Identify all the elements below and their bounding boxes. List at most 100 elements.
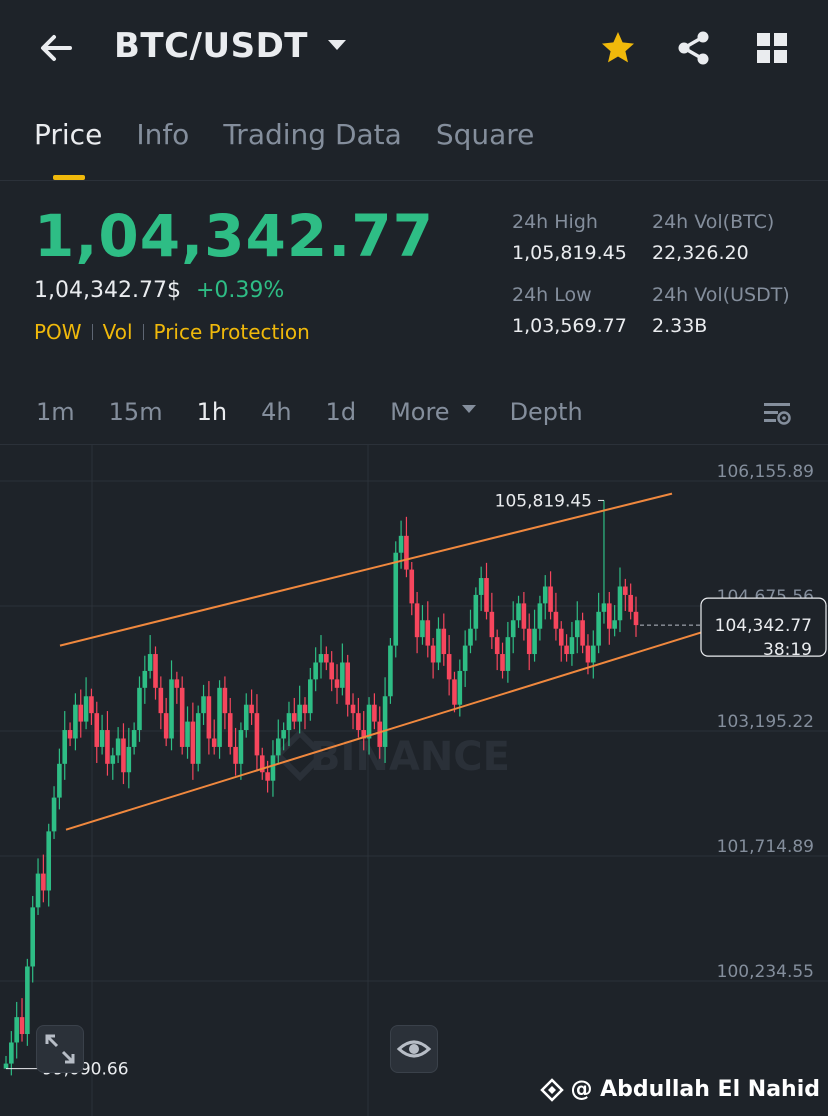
- candle-body: [372, 704, 377, 722]
- candle-body: [35, 873, 41, 908]
- tab-trading-data[interactable]: Trading Data: [223, 118, 402, 158]
- last-price: 1,04,342.77: [34, 202, 434, 270]
- candle-body: [163, 713, 169, 739]
- candle-body: [377, 721, 383, 747]
- candle-body: [462, 645, 468, 671]
- tab-square[interactable]: Square: [436, 118, 535, 158]
- candle-body: [238, 730, 244, 764]
- candle-body: [542, 586, 548, 604]
- candle-body: [548, 586, 553, 612]
- candle-body: [302, 704, 308, 714]
- candlestick-chart[interactable]: BINANCE 106,155.89104,675.56103,195.2210…: [0, 445, 828, 1116]
- candle-body: [308, 679, 313, 714]
- candle-body: [30, 907, 35, 967]
- candle-body: [254, 713, 260, 756]
- candle-body: [457, 670, 463, 705]
- candle-body: [436, 628, 441, 663]
- chart-settings-icon[interactable]: [762, 400, 792, 428]
- star-icon[interactable]: [600, 30, 636, 66]
- candle-body: [340, 662, 345, 688]
- timeframe-1h[interactable]: 1h: [197, 398, 227, 426]
- candle-body: [57, 763, 62, 798]
- candle-body: [78, 704, 84, 722]
- stat-low-value: 1,03,569.77: [512, 315, 627, 337]
- back-arrow-icon[interactable]: [38, 30, 74, 66]
- candle-body: [297, 704, 302, 722]
- candle-body: [211, 738, 217, 747]
- stat-high-label: 24h High: [512, 211, 598, 233]
- candle-body: [574, 620, 580, 638]
- candle-body: [350, 704, 356, 714]
- stat-low-label: 24h Low: [512, 284, 592, 306]
- visibility-button[interactable]: [390, 1025, 438, 1073]
- candle-body: [275, 738, 281, 756]
- candle-body: [243, 704, 249, 731]
- candle-body: [3, 1063, 9, 1069]
- candle-body: [179, 687, 185, 747]
- tag-separator: [142, 324, 144, 340]
- stat-vol-usdt-value: 2.33B: [652, 315, 708, 337]
- chevron-down-icon[interactable]: [328, 40, 346, 50]
- candle-body: [585, 645, 591, 663]
- candle-body: [169, 679, 174, 739]
- credit-watermark: @ Abdullah El Nahid: [540, 1077, 820, 1102]
- candle-body: [633, 611, 639, 626]
- chart-grid: [0, 445, 828, 1116]
- candle-body: [270, 755, 276, 781]
- candle-body: [62, 730, 68, 764]
- candle-body: [441, 628, 447, 655]
- last-price-label: 104,342.77: [715, 616, 812, 636]
- candle-body: [537, 603, 543, 629]
- candle-body: [388, 645, 393, 697]
- candle-body: [158, 687, 164, 714]
- candle-body: [324, 654, 329, 663]
- y-axis-labels: 106,155.89104,675.56103,195.22101,714.89…: [717, 462, 814, 982]
- price-change: +0.39%: [196, 278, 285, 303]
- grid-icon[interactable]: [754, 30, 790, 66]
- watermark-text: BINANCE: [310, 734, 510, 780]
- candle-body: [601, 603, 607, 612]
- tab-price[interactable]: Price: [34, 118, 102, 158]
- candle-body: [404, 535, 409, 570]
- candle-body: [195, 713, 201, 764]
- timeframe-depth[interactable]: Depth: [510, 398, 583, 426]
- candle-body: [99, 730, 105, 747]
- candle-body: [398, 535, 404, 553]
- stat-high-value: 1,05,819.45: [512, 242, 627, 264]
- tag-pow[interactable]: POW: [34, 320, 82, 344]
- candle-body: [147, 654, 153, 671]
- channel-line: [59, 492, 673, 647]
- candle-body: [478, 578, 484, 595]
- candle-body: [313, 662, 318, 680]
- timeframe-more[interactable]: More: [390, 398, 450, 426]
- candle-body: [14, 1017, 19, 1043]
- candle-body: [46, 831, 52, 891]
- tag-vol[interactable]: Vol: [103, 320, 133, 344]
- candle-body: [233, 746, 238, 764]
- candle-body: [564, 645, 569, 655]
- expand-icon: [45, 1034, 75, 1064]
- candle-body: [356, 713, 361, 731]
- chevron-down-icon[interactable]: [461, 405, 476, 413]
- share-icon[interactable]: [676, 30, 712, 66]
- tag-price-protection[interactable]: Price Protection: [154, 320, 310, 344]
- candle-body: [201, 696, 206, 714]
- timeframe-1m[interactable]: 1m: [36, 398, 75, 426]
- stat-vol-usdt-label: 24h Vol(USDT): [652, 284, 790, 306]
- candle-body: [430, 645, 436, 663]
- credit-text: @ Abdullah El Nahid: [570, 1077, 820, 1102]
- timeframe-15m[interactable]: 15m: [109, 398, 163, 426]
- fullscreen-button[interactable]: [36, 1025, 84, 1073]
- candle-body: [505, 637, 511, 671]
- candle-body: [521, 603, 527, 629]
- candle-body: [617, 586, 623, 621]
- candle-body: [334, 679, 340, 688]
- timeframe-bar: 1m 15m 1h 4h 1d More Depth: [36, 398, 617, 426]
- candle-body: [446, 654, 452, 680]
- tab-info[interactable]: Info: [136, 118, 189, 158]
- timeframe-1d[interactable]: 1d: [326, 398, 357, 426]
- pair-title[interactable]: BTC/USDT: [114, 26, 308, 66]
- y-tick-label: 100,234.55: [717, 962, 814, 982]
- candle-body: [473, 594, 479, 629]
- timeframe-4h[interactable]: 4h: [261, 398, 291, 426]
